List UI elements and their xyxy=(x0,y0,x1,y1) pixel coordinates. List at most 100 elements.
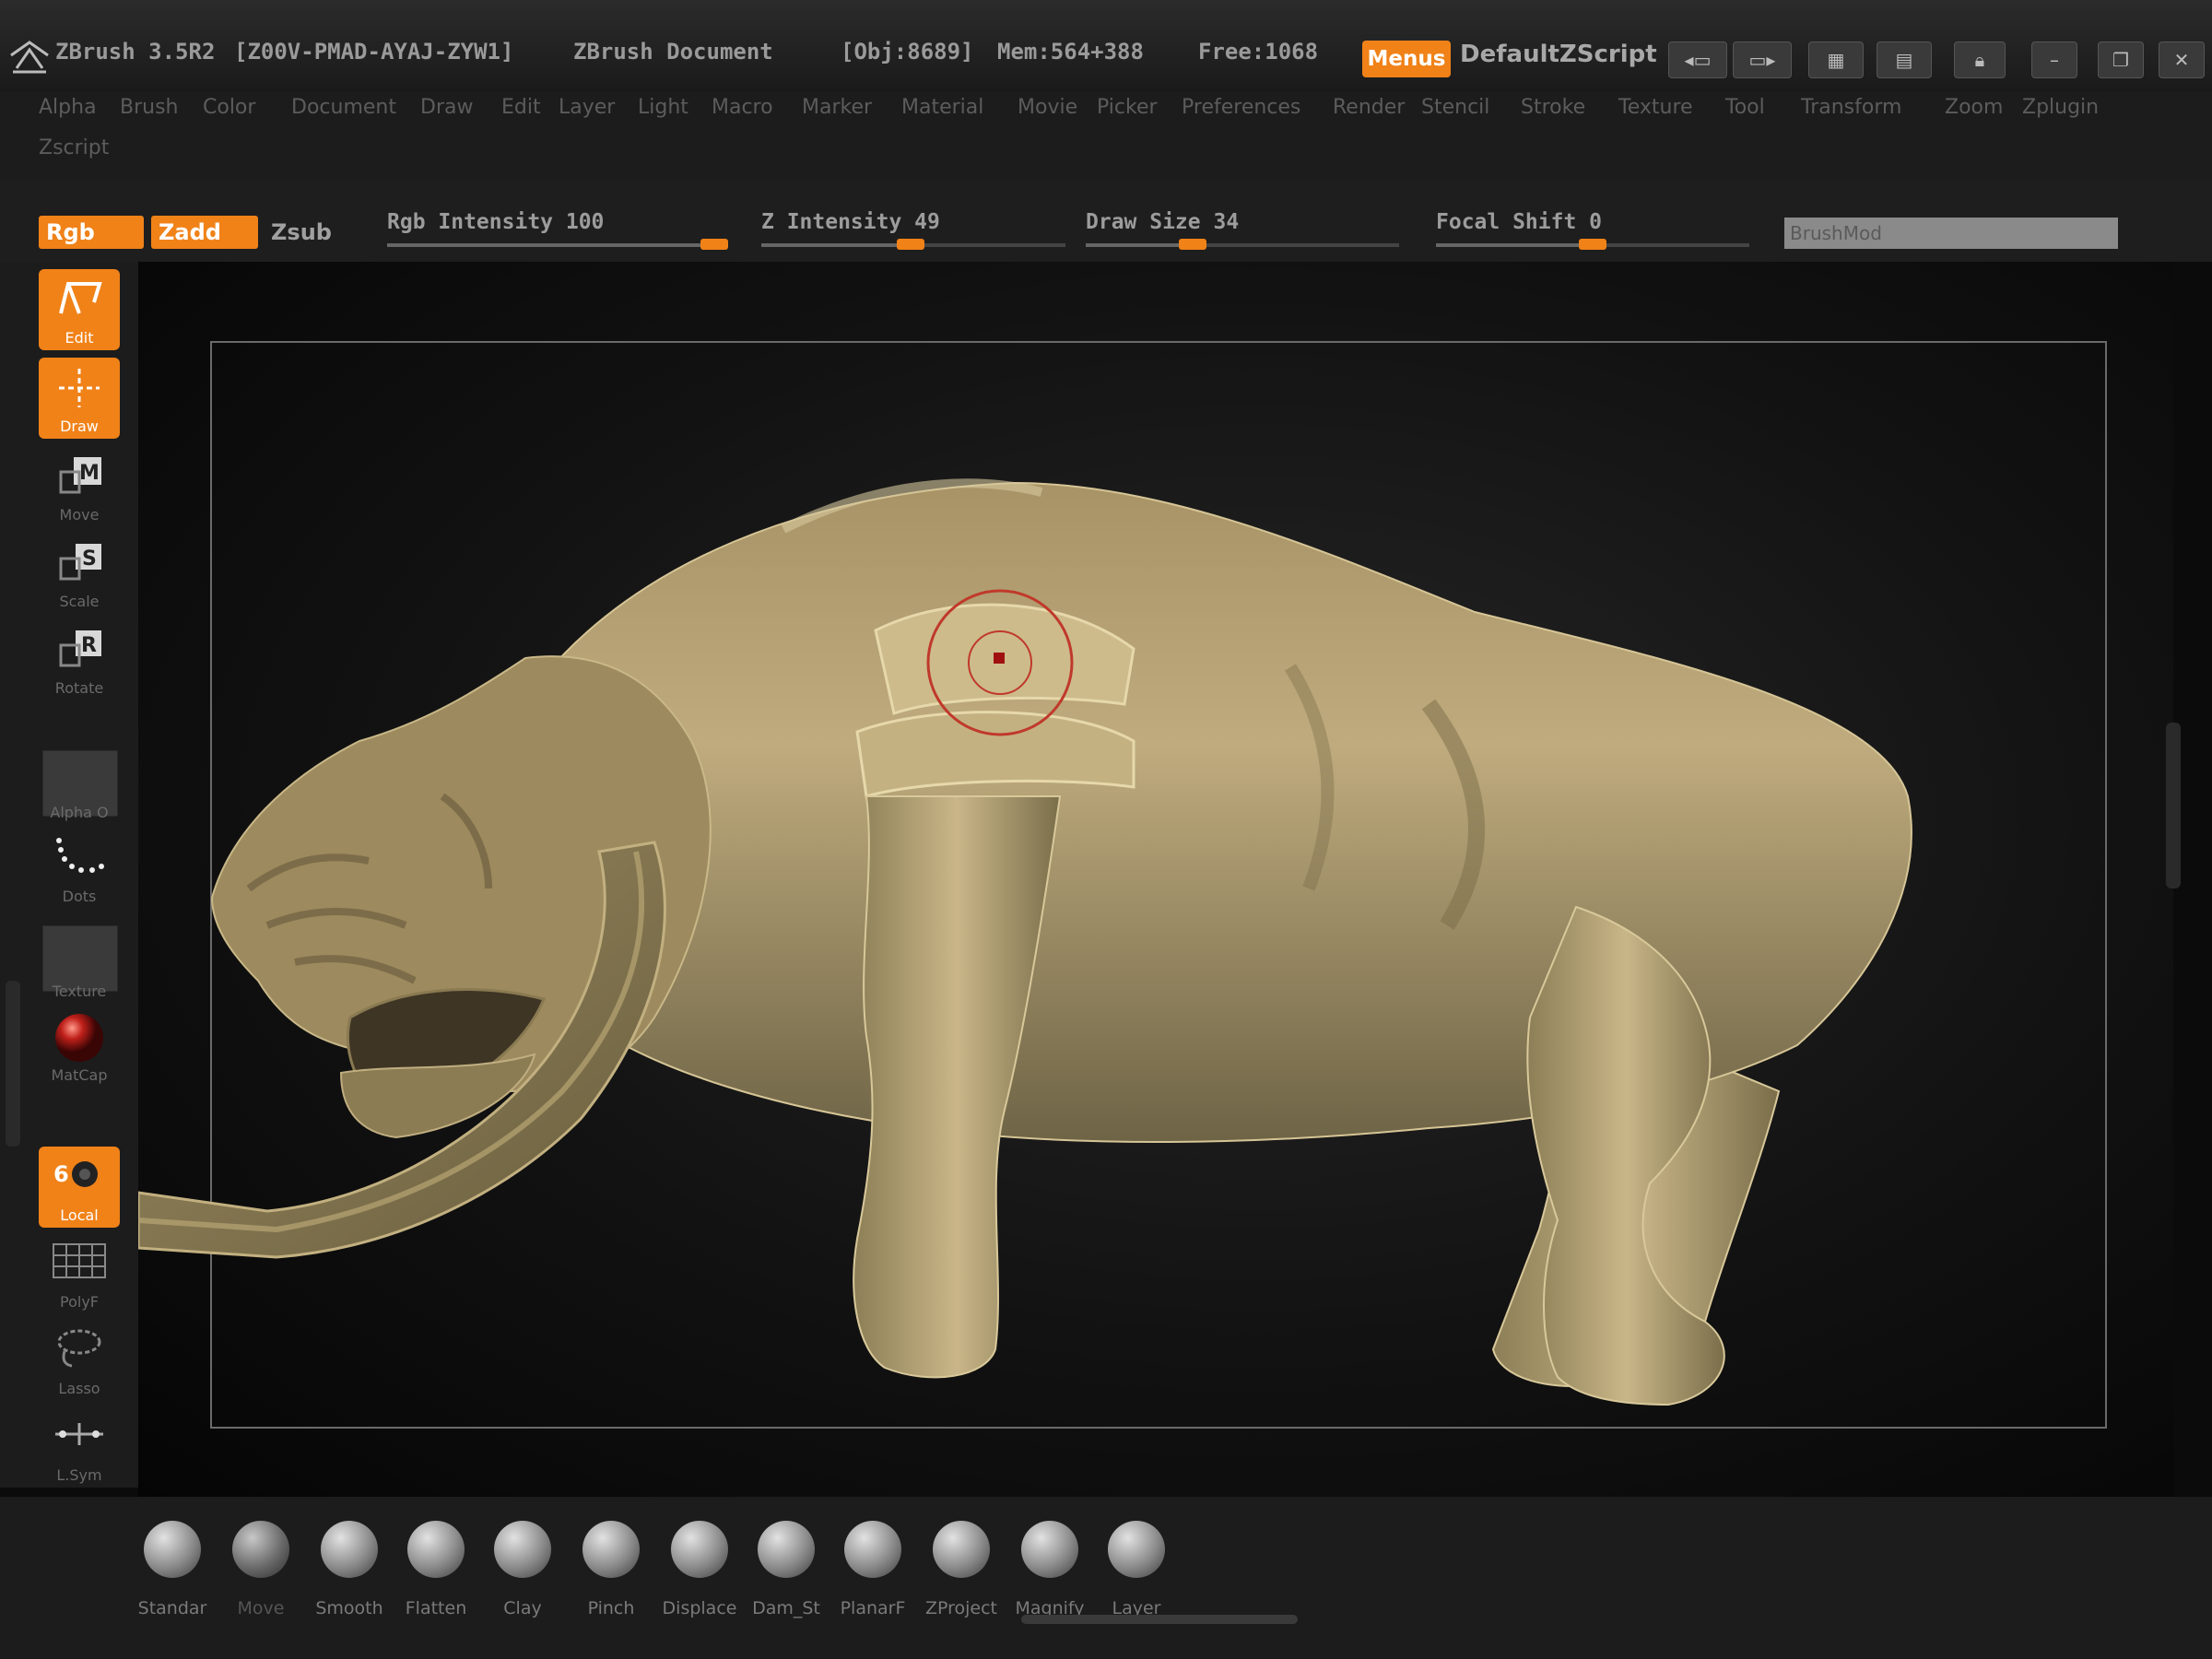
svg-text:R: R xyxy=(81,634,97,657)
menu-movie[interactable]: Movie xyxy=(1018,96,1077,119)
z-intensity-slider[interactable]: Z Intensity 49 xyxy=(761,210,1065,256)
edit-icon xyxy=(59,282,102,314)
magnify-brush-icon xyxy=(1021,1521,1078,1578)
edit-label: Edit xyxy=(65,329,94,347)
polyframe-button[interactable]: PolyF xyxy=(39,1233,120,1314)
standard-brush-icon xyxy=(144,1521,201,1578)
brush-move[interactable]: Move xyxy=(219,1517,302,1618)
menu-light[interactable]: Light xyxy=(638,96,688,119)
menu-stroke[interactable]: Stroke xyxy=(1521,96,1585,119)
menu-stencil[interactable]: Stencil xyxy=(1421,96,1489,119)
scale-label: Scale xyxy=(59,593,100,610)
object-count: [Obj:8689] xyxy=(841,39,974,65)
restore-icon[interactable]: ❐ xyxy=(2098,41,2144,78)
slider-thumb[interactable] xyxy=(700,239,728,250)
brush-zproject[interactable]: ZProject xyxy=(920,1517,1003,1618)
menu-layer[interactable]: Layer xyxy=(559,96,615,119)
zsub-button[interactable]: Zsub xyxy=(271,216,332,249)
displace-brush-icon xyxy=(671,1521,728,1578)
menu-preferences[interactable]: Preferences xyxy=(1182,96,1300,119)
move-label: Move xyxy=(59,506,100,524)
edit-button[interactable]: Edit xyxy=(39,269,120,350)
menu-document[interactable]: Document xyxy=(291,96,396,119)
menu-color[interactable]: Color xyxy=(203,96,255,119)
brush-flatten[interactable]: Flatten xyxy=(394,1517,477,1618)
rotate-label: Rotate xyxy=(54,679,104,697)
ui-layout-icon[interactable]: ▤ xyxy=(1877,41,1932,78)
matcap-button[interactable]: MatCap xyxy=(39,1006,120,1088)
slider-thumb[interactable] xyxy=(1579,239,1606,250)
menu-alpha[interactable]: Alpha xyxy=(39,96,97,119)
lock-icon[interactable]: 🔒︎ xyxy=(1954,41,2006,78)
app-name: ZBrush 3.5R2 xyxy=(55,39,216,65)
color-scheme-icon[interactable]: ▦ xyxy=(1808,41,1864,78)
menus-toggle-button[interactable]: Menus xyxy=(1362,41,1451,77)
move-button[interactable]: M Move xyxy=(39,446,120,527)
brush-pinch[interactable]: Pinch xyxy=(570,1517,653,1618)
draw-size-label: Draw Size 34 xyxy=(1086,210,1240,234)
stroke-dots-button[interactable]: Dots xyxy=(39,828,120,909)
brush-dam-standard[interactable]: Dam_St xyxy=(745,1517,828,1618)
rotate-button[interactable]: R Rotate xyxy=(39,619,120,700)
scale-button[interactable]: S Scale xyxy=(39,533,120,614)
menu-material[interactable]: Material xyxy=(901,96,983,119)
lsym-button[interactable]: L.Sym xyxy=(39,1406,120,1488)
free-memory-readout: Free:1068 xyxy=(1198,39,1319,65)
focal-shift-slider[interactable]: Focal Shift 0 xyxy=(1436,210,1749,256)
mammoth-3d-model[interactable] xyxy=(138,262,2173,1497)
zbrush-logo-icon xyxy=(10,41,49,74)
menu-draw[interactable]: Draw xyxy=(420,96,473,119)
menu-zplugin[interactable]: Zplugin xyxy=(2022,96,2099,119)
local-symmetry-icon xyxy=(55,1423,103,1445)
menu-picker[interactable]: Picker xyxy=(1097,96,1158,119)
brush-clay[interactable]: Clay xyxy=(481,1517,564,1618)
title-bar: ZBrush 3.5R2 [Z00V-PMAD-AYAJ-ZYW1] ZBrus… xyxy=(0,0,2212,93)
zproject-brush-icon xyxy=(933,1521,990,1578)
brush-layer[interactable]: Layer xyxy=(1095,1517,1178,1618)
menu-brush[interactable]: Brush xyxy=(120,96,179,119)
menu-zoom[interactable]: Zoom xyxy=(1945,96,2003,119)
local-button[interactable]: 6 Local xyxy=(39,1147,120,1228)
minimize-icon[interactable]: – xyxy=(2031,41,2077,78)
slider-thumb[interactable] xyxy=(1178,239,1206,250)
brush-planar[interactable]: PlanarF xyxy=(831,1517,914,1618)
brush-magnify[interactable]: Magnify xyxy=(1008,1517,1091,1618)
rgb-intensity-label: Rgb Intensity 100 xyxy=(387,210,605,234)
left-tray-handle[interactable] xyxy=(6,981,20,1147)
slider-fill xyxy=(1086,243,1193,247)
alpha-label: Alpha O xyxy=(50,804,109,821)
brush-label: ZProject xyxy=(924,1598,998,1618)
flatten-brush-icon xyxy=(407,1521,465,1578)
bottom-tray-handle[interactable] xyxy=(1021,1615,1298,1624)
z-intensity-label: Z Intensity 49 xyxy=(761,210,940,234)
document-canvas[interactable] xyxy=(138,262,2181,1497)
rgb-button[interactable]: Rgb xyxy=(39,216,144,249)
layout-prev-icon[interactable]: ◂▭ xyxy=(1668,41,1727,78)
lasso-label: Lasso xyxy=(58,1380,100,1397)
brush-modifier-field[interactable]: BrushMod xyxy=(1784,218,2118,249)
draw-button[interactable]: Draw xyxy=(39,358,120,439)
draw-size-slider[interactable]: Draw Size 34 xyxy=(1086,210,1399,256)
close-icon[interactable]: ✕ xyxy=(2159,41,2205,78)
menu-marker[interactable]: Marker xyxy=(802,96,872,119)
polyframe-grid-icon xyxy=(53,1243,106,1278)
brush-standard[interactable]: Standar xyxy=(131,1517,214,1618)
slider-thumb[interactable] xyxy=(896,239,924,250)
brush-smooth[interactable]: Smooth xyxy=(308,1517,391,1618)
layout-next-icon[interactable]: ▭▸ xyxy=(1733,41,1792,78)
zadd-button[interactable]: Zadd xyxy=(151,216,258,249)
menu-render[interactable]: Render xyxy=(1333,96,1405,119)
brush-label: Standar xyxy=(137,1598,207,1618)
rgb-intensity-slider[interactable]: Rgb Intensity 100 xyxy=(387,210,728,256)
menu-texture[interactable]: Texture xyxy=(1618,96,1693,119)
planar-brush-icon xyxy=(844,1521,901,1578)
slider-track xyxy=(761,239,1065,250)
lasso-button[interactable]: Lasso xyxy=(39,1320,120,1401)
menu-transform[interactable]: Transform xyxy=(1801,96,1901,119)
menu-macro[interactable]: Macro xyxy=(712,96,773,119)
menu-tool[interactable]: Tool xyxy=(1725,96,1765,119)
default-zscript-button[interactable]: DefaultZScript xyxy=(1460,41,1657,68)
menu-zscript[interactable]: Zscript xyxy=(39,136,109,159)
brush-displace[interactable]: Displace xyxy=(658,1517,741,1618)
menu-edit[interactable]: Edit xyxy=(501,96,541,119)
